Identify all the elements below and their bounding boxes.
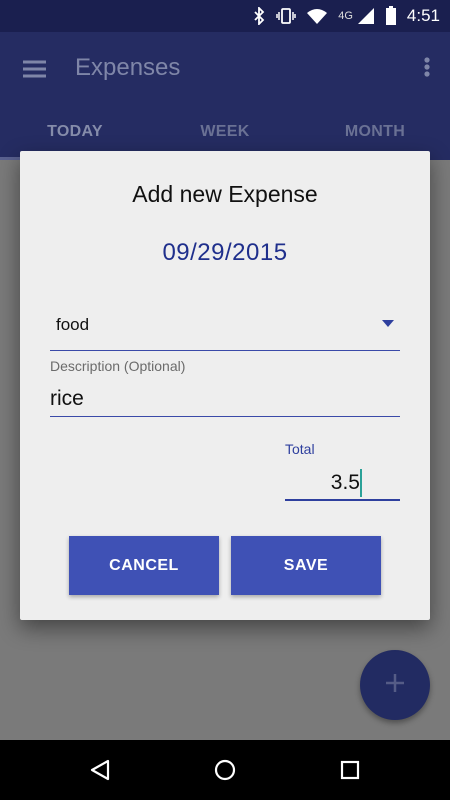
text-cursor (360, 469, 362, 497)
status-bar: 4G 4:51 (0, 0, 450, 32)
status-icons: 4G 4:51 (252, 0, 440, 32)
description-label: Description (Optional) (50, 358, 186, 374)
vibrate-icon (276, 7, 296, 25)
total-label: Total (285, 441, 315, 457)
menu-icon[interactable] (20, 54, 50, 84)
add-expense-fab[interactable] (360, 650, 430, 720)
app-title: Expenses (75, 54, 181, 81)
add-icon (383, 671, 407, 700)
category-dropdown[interactable]: food (50, 311, 400, 351)
app-bar: Expenses TODAY WEEK MONTH (0, 32, 450, 160)
description-value: rice (50, 387, 84, 410)
signal-icon (357, 7, 375, 25)
cancel-button[interactable]: CANCEL (69, 536, 219, 595)
dropdown-arrow-icon (382, 320, 394, 327)
category-value: food (56, 315, 90, 334)
back-icon[interactable] (88, 758, 112, 782)
wifi-icon (306, 7, 328, 25)
bluetooth-icon (252, 7, 266, 25)
dialog-title: Add new Expense (132, 181, 318, 207)
home-icon[interactable] (213, 758, 237, 782)
navigation-bar (0, 740, 450, 800)
more-vert-icon[interactable] (420, 54, 434, 84)
save-button[interactable]: SAVE (231, 536, 381, 595)
add-expense-dialog: Add new Expense 09/29/2015 food Descript… (20, 151, 430, 620)
battery-icon (385, 6, 397, 26)
clock: 4:51 (406, 6, 440, 25)
date-picker[interactable]: 09/29/2015 (20, 239, 430, 267)
total-value: 3.5 (330, 471, 360, 494)
recents-icon[interactable] (338, 758, 362, 782)
total-input[interactable]: 3.5 (285, 463, 400, 501)
network-type: 4G (338, 10, 353, 22)
description-input[interactable]: rice (50, 379, 400, 417)
